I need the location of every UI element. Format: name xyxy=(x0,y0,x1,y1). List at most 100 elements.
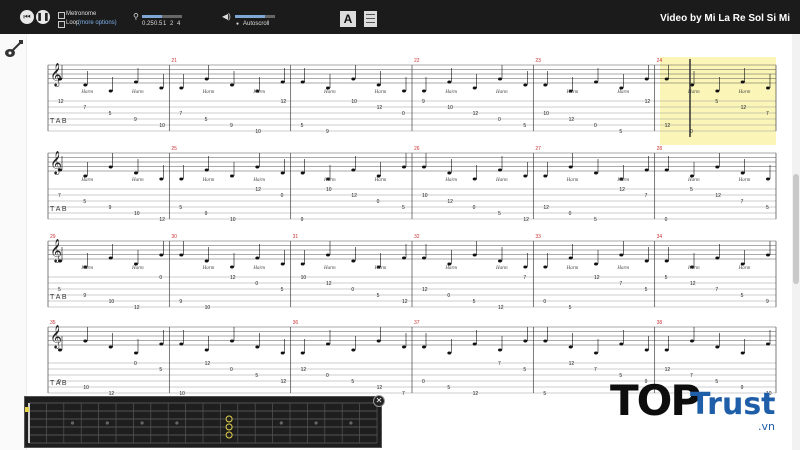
harm-label: Harm xyxy=(323,90,336,95)
tab-fret-number: 10 xyxy=(159,123,165,129)
tab-fret-number: 12 xyxy=(205,361,211,367)
note-head xyxy=(498,259,502,263)
note-head xyxy=(568,345,573,349)
note-head xyxy=(472,86,477,90)
tab-fret-number: 12 xyxy=(422,287,428,293)
harm-label: Harm xyxy=(444,178,457,183)
speed-2[interactable]: 2 xyxy=(170,21,173,27)
note-head xyxy=(715,256,720,260)
logo-vn-text: .vn xyxy=(758,420,775,433)
speed-05[interactable]: 0.5 xyxy=(154,21,162,27)
treble-clef: 𝄞 xyxy=(50,238,62,263)
note-head xyxy=(204,168,209,172)
measure-number: 34 xyxy=(657,234,663,240)
speed-025[interactable]: 0.25 xyxy=(142,21,154,27)
tab-fret-number: 12 xyxy=(665,367,671,373)
note-head xyxy=(402,89,406,93)
turtle-icon: ⚲ xyxy=(133,12,139,21)
harm-label: Harm xyxy=(80,90,93,95)
note-head xyxy=(766,86,770,90)
tab-fret-number: 9 xyxy=(179,299,182,305)
tab-fret-number: 0 xyxy=(377,199,380,205)
tab-fret-number: 5 xyxy=(109,111,112,117)
tab-fret-number: 12 xyxy=(473,111,479,117)
speed-4[interactable]: 4 xyxy=(177,21,180,27)
measure-number: 25 xyxy=(171,146,177,152)
note-head xyxy=(715,345,720,349)
tab-fret-number: 12 xyxy=(690,281,696,287)
note-head xyxy=(594,80,598,84)
note-head xyxy=(740,80,745,84)
tab-fret-number: 10 xyxy=(543,111,549,117)
fretboard-panel[interactable] xyxy=(24,396,382,448)
metronome-checkbox[interactable] xyxy=(58,12,65,19)
tab-fret-number: 0 xyxy=(422,379,425,385)
tab-fret-number: 0 xyxy=(543,299,546,305)
measure-number: 37 xyxy=(414,320,420,326)
autoscroll-label[interactable]: Autoscroll xyxy=(243,21,269,27)
note-head xyxy=(108,345,113,349)
note-head xyxy=(179,253,184,257)
note-head xyxy=(523,83,528,87)
harm-label: Harm xyxy=(566,90,579,95)
note-head xyxy=(351,168,356,172)
speed-1[interactable]: 1 xyxy=(163,21,166,27)
harm-label: Harm xyxy=(131,266,144,271)
tab-fret-number: 12 xyxy=(377,105,383,111)
tab-fret-number: 12 xyxy=(159,217,165,223)
tab-fret-number: 12 xyxy=(326,281,332,287)
note-head xyxy=(376,83,381,87)
tab-fret-number: 0 xyxy=(281,193,284,199)
pause-button[interactable]: ❚❚ xyxy=(36,10,50,24)
layout-icon[interactable] xyxy=(364,11,377,27)
note-head xyxy=(280,171,285,175)
tab-fret-number: 0 xyxy=(255,281,258,287)
note-head xyxy=(230,265,234,269)
harm-label: Harm xyxy=(131,178,144,183)
harm-label: Harm xyxy=(444,90,457,95)
loop-options-link[interactable]: (more options) xyxy=(78,20,117,26)
measure-number: 36 xyxy=(293,320,299,326)
measure-number: 30 xyxy=(171,234,177,240)
tab-fret-number: 5 xyxy=(281,287,284,293)
close-icon[interactable]: ✕ xyxy=(373,395,385,407)
tab-fret-number: 5 xyxy=(523,123,526,129)
tab-fret-number: 5 xyxy=(58,287,61,293)
video-title[interactable]: Video by Mi La Re Sol Si Mi xyxy=(660,13,790,24)
note-head xyxy=(134,171,138,175)
tab-fret-number: 5 xyxy=(255,373,258,379)
note-head xyxy=(255,345,260,349)
note-head xyxy=(280,80,285,84)
tab-clef: T A B xyxy=(50,118,67,125)
note-head xyxy=(472,342,477,346)
scrollbar-thumb[interactable] xyxy=(793,174,799,284)
tab-fret-number: 12 xyxy=(134,305,140,311)
loop-checkbox[interactable] xyxy=(58,21,65,28)
harm-label: Harm xyxy=(252,90,265,95)
note-head xyxy=(204,77,209,81)
note-head xyxy=(159,177,164,181)
tab-fret-number: 9 xyxy=(422,99,425,105)
note-head xyxy=(83,339,88,343)
note-head xyxy=(523,339,528,343)
measure-number: 28 xyxy=(657,146,663,152)
tab-fret-number: 5 xyxy=(741,293,744,299)
note-head xyxy=(447,351,452,355)
tab-fret-number: 0 xyxy=(134,361,137,367)
note-head xyxy=(766,342,770,346)
guitar-icon[interactable] xyxy=(3,38,25,60)
note-head xyxy=(422,345,426,349)
tab-fret-number: 12 xyxy=(569,361,575,367)
tab-fret-number: 5 xyxy=(619,129,622,135)
rewind-button[interactable]: ⏮ xyxy=(20,10,34,24)
harm-label: Harm xyxy=(616,90,629,95)
harm-label: Harm xyxy=(566,178,579,183)
tab-fret-number: 12 xyxy=(281,379,287,385)
note-head xyxy=(351,259,356,263)
note-head xyxy=(134,80,138,84)
note-head xyxy=(108,165,113,169)
note-head xyxy=(58,259,62,263)
font-size-button[interactable]: A xyxy=(340,11,356,27)
note-head xyxy=(740,351,745,355)
note-head xyxy=(351,348,356,352)
